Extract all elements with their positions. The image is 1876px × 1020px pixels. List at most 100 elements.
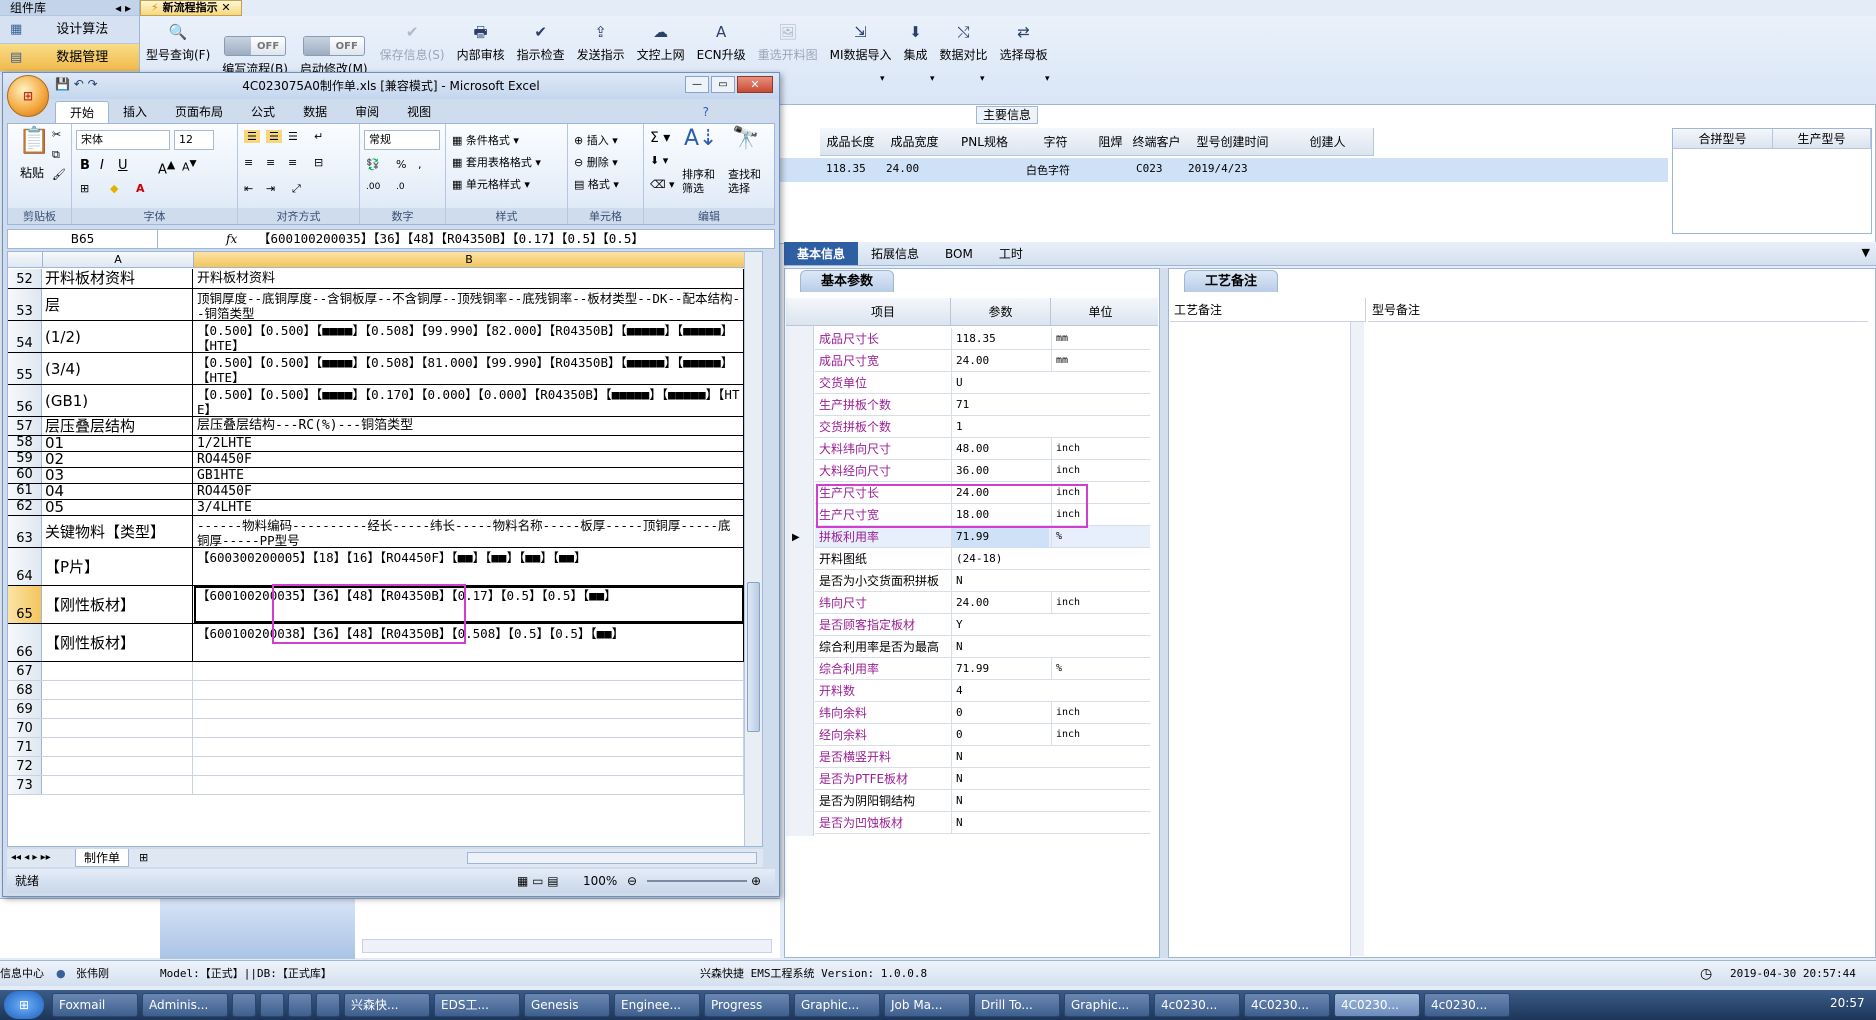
orientation-icon[interactable]: ⤢ bbox=[292, 182, 301, 196]
taskbar-item-15[interactable]: 4c0230... bbox=[1154, 993, 1240, 1017]
param-value[interactable]: 24.00 bbox=[951, 592, 1049, 614]
ribbon-tab-5[interactable]: 审阅 bbox=[341, 101, 393, 123]
param-row[interactable]: 纬向余料 0 inch bbox=[815, 702, 1150, 724]
dropdown-arrow-icon[interactable]: ▾ bbox=[980, 74, 985, 84]
cell-b[interactable]: 【600300200005】【18】【16】【RO4450F】【■■】【■■】【… bbox=[194, 548, 744, 585]
param-row[interactable]: 开料数 4 bbox=[815, 680, 1150, 702]
cell-b[interactable]: RO4450F bbox=[194, 452, 744, 467]
param-row[interactable]: 交货单位 U bbox=[815, 372, 1150, 394]
undo-icon[interactable]: ↶ bbox=[74, 77, 84, 91]
param-value[interactable]: 24.00 bbox=[951, 350, 1049, 372]
cell-a[interactable]: 02 bbox=[43, 452, 193, 467]
sort-filter-icon[interactable]: A⇣ bbox=[684, 126, 717, 151]
border-icon[interactable]: ⊞ bbox=[80, 182, 89, 195]
save-icon[interactable]: 💾 bbox=[55, 77, 70, 91]
vertical-scrollbar[interactable] bbox=[744, 252, 762, 846]
select-all-corner[interactable] bbox=[8, 252, 43, 268]
component-lib-header[interactable]: 组件库 ◂ ▸ bbox=[0, 0, 139, 16]
row-header[interactable]: 69 bbox=[8, 700, 42, 718]
fx-icon[interactable]: fx bbox=[226, 230, 237, 248]
grid-cell-0[interactable]: 118.35 bbox=[826, 162, 866, 175]
percent-icon[interactable]: % bbox=[396, 158, 406, 171]
grid-cell-6[interactable]: 2019/4/23 bbox=[1188, 162, 1248, 175]
param-row[interactable]: 大料经向尺寸 36.00 inch bbox=[815, 460, 1150, 482]
toggle-switch[interactable]: OFF bbox=[224, 36, 287, 56]
param-row[interactable]: 是否横竖开料 N bbox=[815, 746, 1150, 768]
param-value[interactable]: 4 bbox=[951, 680, 1049, 702]
cell-b[interactable]: 【0.500】【0.500】【■■■■】【0.170】【0.000】【0.000… bbox=[194, 385, 744, 416]
param-row[interactable]: 生产拼板个数 71 bbox=[815, 394, 1150, 416]
zoom-slider[interactable] bbox=[647, 880, 747, 882]
cell-a[interactable]: 【刚性板材】 bbox=[43, 624, 193, 661]
col-header-production-model[interactable]: 生产型号 bbox=[1773, 129, 1871, 149]
col-header-3[interactable]: 字符 bbox=[1020, 128, 1092, 156]
cell-a[interactable] bbox=[43, 776, 193, 794]
row-header[interactable]: 61 bbox=[8, 483, 42, 499]
cell-a[interactable]: 关键物料【类型】 bbox=[43, 516, 193, 547]
find-select-button[interactable]: 查找和选择 bbox=[728, 168, 768, 196]
tab-process-note[interactable]: 工艺备注 bbox=[1184, 270, 1279, 292]
maximize-button[interactable]: ▭ bbox=[711, 76, 735, 93]
font-color-icon[interactable]: A bbox=[136, 182, 145, 195]
find-select-icon[interactable]: 🔭 bbox=[732, 126, 759, 151]
cell-b[interactable]: ------物料编码----------经长-----纬长-----物料名称--… bbox=[194, 516, 744, 547]
row-header[interactable]: 54 bbox=[8, 321, 42, 352]
close-icon[interactable]: ✕ bbox=[221, 1, 230, 14]
row-header[interactable]: 72 bbox=[8, 757, 42, 775]
currency-icon[interactable]: 💱 bbox=[366, 158, 380, 171]
grid-cell-3[interactable]: 白色字符 bbox=[1026, 162, 1070, 178]
align-left-icon[interactable]: ≡ bbox=[244, 156, 253, 169]
cell-b[interactable]: 层压叠层结构---RC(%)---铜箔类型 bbox=[194, 417, 744, 435]
ribbon-tab-1[interactable]: 插入 bbox=[109, 101, 161, 123]
cell-a[interactable]: (3/4) bbox=[43, 353, 193, 384]
splitter-vertical[interactable] bbox=[1160, 268, 1168, 958]
taskbar-item-13[interactable]: Drill To... bbox=[974, 993, 1060, 1017]
new-sheet-icon[interactable]: ⊞ bbox=[139, 849, 148, 867]
tab-info-3[interactable]: 工时 bbox=[986, 242, 1036, 265]
note-header-model[interactable]: 型号备注 bbox=[1368, 298, 1868, 322]
param-row[interactable]: 综合利用率是否为最高 N bbox=[815, 636, 1150, 658]
cell-a[interactable]: 04 bbox=[43, 484, 193, 499]
taskbar-item-10[interactable]: Progress bbox=[704, 993, 790, 1017]
tab-info-0[interactable]: 基本信息 bbox=[784, 242, 859, 265]
close-button[interactable]: ✕ bbox=[737, 76, 773, 93]
redo-icon[interactable]: ↷ bbox=[88, 77, 98, 91]
param-row[interactable]: 是否为凹蚀板材 N bbox=[815, 812, 1150, 834]
ribbon-tab-2[interactable]: 页面布局 bbox=[161, 101, 237, 123]
cell-a[interactable]: 03 bbox=[43, 468, 193, 483]
row-header[interactable]: 53 bbox=[8, 289, 42, 320]
param-header-value[interactable]: 参数 bbox=[950, 298, 1050, 326]
param-row[interactable]: 成品尺寸长 118.35 mm bbox=[815, 328, 1150, 350]
tab-new-process[interactable]: ⚡ 新流程指示 ✕ bbox=[140, 0, 242, 16]
taskbar-item-18[interactable]: 4c0230... bbox=[1424, 993, 1510, 1017]
param-value[interactable]: 71.99 bbox=[951, 658, 1049, 680]
toggle-switch[interactable]: OFF bbox=[302, 36, 365, 56]
param-header-unit[interactable]: 单位 bbox=[1050, 298, 1150, 326]
cell-a[interactable] bbox=[43, 681, 193, 699]
row-header[interactable]: 57 bbox=[8, 417, 42, 435]
dropdown-arrow-icon[interactable]: ▾ bbox=[880, 74, 885, 84]
cell-b[interactable]: RO4450F bbox=[194, 484, 744, 499]
row-header[interactable]: 56 bbox=[8, 385, 42, 416]
taskbar-item-2[interactable] bbox=[232, 993, 256, 1017]
paste-button[interactable]: 粘贴 bbox=[20, 164, 44, 181]
nav-item-data-management[interactable]: ▤ 数据管理 bbox=[0, 44, 139, 72]
copy-icon[interactable]: ⧉ bbox=[52, 148, 60, 162]
cell-b[interactable]: 【0.500】【0.500】【■■■■】【0.508】【81.000】【99.9… bbox=[194, 353, 744, 384]
row-header[interactable]: 73 bbox=[8, 776, 42, 794]
param-value[interactable]: Y bbox=[951, 614, 1049, 636]
cell-b[interactable] bbox=[194, 738, 744, 756]
col-header-a[interactable]: A bbox=[43, 252, 194, 268]
font-size-combo[interactable]: 12 bbox=[174, 130, 214, 150]
scroll-thumb[interactable] bbox=[747, 582, 760, 732]
decrease-decimal-icon[interactable]: .0 bbox=[396, 182, 405, 192]
view-buttons[interactable]: ▦ ▭ ▤ bbox=[517, 869, 559, 893]
wrap-text-icon[interactable]: ↵ bbox=[314, 130, 323, 143]
zoom-in-icon[interactable]: ⊕ bbox=[751, 869, 761, 893]
cell-styles-button[interactable]: ▦ 单元格样式 ▾ bbox=[452, 176, 530, 192]
cell-a[interactable]: (1/2) bbox=[43, 321, 193, 352]
param-row[interactable]: 拼板利用率 71.99% bbox=[815, 526, 1150, 548]
param-value[interactable]: 0 bbox=[951, 702, 1049, 724]
tab-info-1[interactable]: 拓展信息 bbox=[858, 242, 932, 265]
cell-a[interactable]: 层压叠层结构 bbox=[43, 417, 193, 435]
